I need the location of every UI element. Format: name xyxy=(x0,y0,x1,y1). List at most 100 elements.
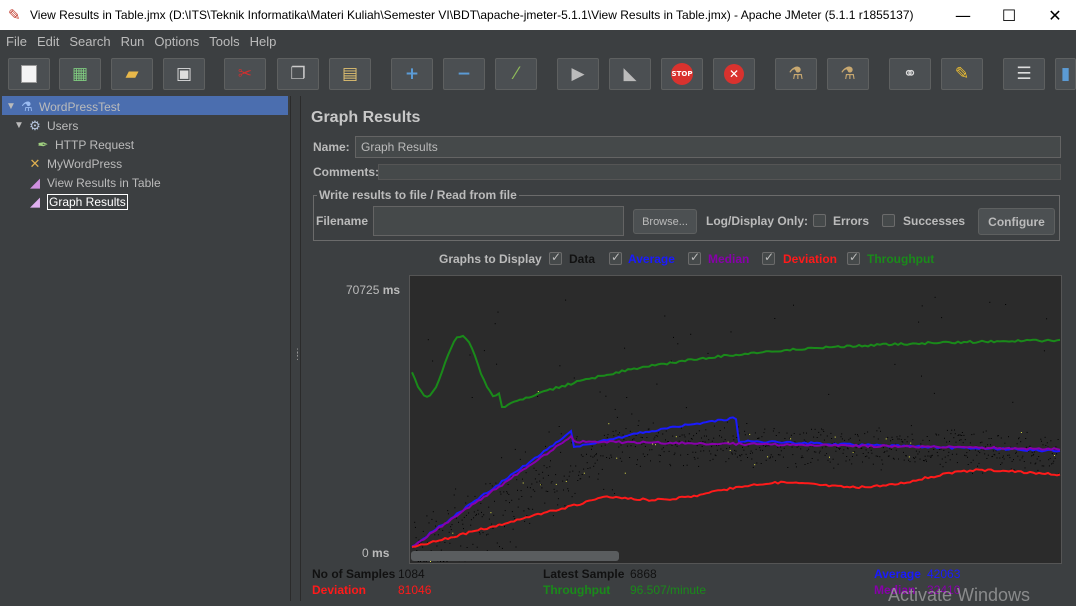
data-point xyxy=(478,513,480,515)
data-point xyxy=(989,301,991,303)
throughput-line xyxy=(411,334,1061,408)
data-point xyxy=(549,466,551,468)
menu-edit[interactable]: Edit xyxy=(37,34,59,49)
data-point xyxy=(779,454,781,456)
cut-icon[interactable]: ✂ xyxy=(224,58,266,90)
data-point xyxy=(452,532,454,534)
data-point xyxy=(706,435,707,437)
graph-scrollbar[interactable] xyxy=(411,551,619,561)
templates-icon[interactable]: ▦ xyxy=(59,58,101,90)
configure-button[interactable]: Configure xyxy=(978,208,1055,235)
copy-icon[interactable]: ❐ xyxy=(277,58,319,90)
data-point xyxy=(799,433,801,435)
data-point xyxy=(696,432,697,434)
data-point xyxy=(472,543,474,545)
menu-tools[interactable]: Tools xyxy=(209,34,239,49)
data-point xyxy=(1025,446,1027,448)
data-point xyxy=(417,561,419,562)
expand-arrow-icon[interactable]: ▼ xyxy=(6,101,18,112)
tree-item-view-results-in-table[interactable]: ◢ View Results in Table xyxy=(26,173,161,192)
throughput-checkbox[interactable] xyxy=(847,250,860,265)
start-icon[interactable]: ▶ xyxy=(557,58,599,90)
data-point xyxy=(525,472,527,474)
data-point xyxy=(487,533,489,535)
data-point xyxy=(463,528,464,530)
data-point xyxy=(631,413,633,415)
median-checkbox[interactable] xyxy=(688,250,701,265)
menu-options[interactable]: Options xyxy=(154,34,199,49)
data-point xyxy=(613,435,615,437)
tree-item-graph-results[interactable]: ◢ Graph Results xyxy=(26,192,128,211)
data-point xyxy=(828,393,830,395)
data-point xyxy=(1057,439,1059,440)
deviation-toggle-label: Deviation xyxy=(783,252,838,266)
function-helper-icon[interactable]: ☰ xyxy=(1003,58,1045,90)
shutdown-icon[interactable]: ✕ xyxy=(713,58,755,90)
pane-splitter[interactable]: ⋮ ⋮ xyxy=(291,96,302,601)
comments-field[interactable] xyxy=(378,164,1061,180)
deviation-label: Deviation xyxy=(312,583,367,597)
browse-button[interactable]: Browse... xyxy=(633,209,697,234)
data-checkbox[interactable] xyxy=(549,250,562,265)
data-point xyxy=(442,529,444,531)
menu-file[interactable]: File xyxy=(6,34,27,49)
maximize-icon[interactable]: ☐ xyxy=(986,0,1032,30)
data-point xyxy=(1043,350,1045,352)
clear-icon[interactable]: ⚗ xyxy=(775,58,817,90)
data-point xyxy=(460,545,462,547)
expand-icon[interactable]: + xyxy=(391,58,433,90)
help-icon[interactable]: ▮ xyxy=(1055,58,1076,90)
menu-search[interactable]: Search xyxy=(69,34,110,49)
data-point xyxy=(834,436,836,438)
data-point xyxy=(896,436,898,438)
stop-icon[interactable]: STOP xyxy=(661,58,703,90)
data-point xyxy=(506,491,508,493)
name-field[interactable]: Graph Results xyxy=(355,136,1061,158)
new-icon[interactable] xyxy=(8,58,50,90)
tree-item-wordpresstest[interactable]: ▼ ⚗ WordPressTest xyxy=(6,97,120,116)
data-point xyxy=(509,502,510,504)
menu-help[interactable]: Help xyxy=(250,34,277,49)
close-icon[interactable]: ✕ xyxy=(1032,0,1076,30)
throughput-value: 96.507/minute xyxy=(630,583,707,597)
menu-run[interactable]: Run xyxy=(121,34,145,49)
successes-checkbox[interactable] xyxy=(882,214,895,227)
data-point xyxy=(542,477,544,479)
open-icon[interactable]: ▰ xyxy=(111,58,153,90)
data-point xyxy=(1036,458,1038,460)
name-label: Name: xyxy=(313,140,350,154)
data-point xyxy=(764,428,766,430)
tree-item-users[interactable]: ▼ ⚙ Users xyxy=(14,116,78,135)
start-no-pause-icon[interactable]: ◣ xyxy=(609,58,651,90)
data-point xyxy=(730,331,732,333)
paste-icon[interactable]: ▤ xyxy=(329,58,371,90)
data-point xyxy=(719,430,721,431)
data-point xyxy=(636,464,638,465)
data-point xyxy=(655,435,657,437)
filename-input[interactable] xyxy=(373,206,624,236)
toggle-icon[interactable]: ⁄ xyxy=(495,58,537,90)
data-point xyxy=(507,484,509,485)
clear-all-icon[interactable]: ⚗ xyxy=(827,58,869,90)
search-icon[interactable]: ⚭ xyxy=(889,58,931,90)
jmeter-feather-icon: ✎ xyxy=(8,6,21,24)
data-point xyxy=(560,451,562,453)
collapse-icon[interactable]: − xyxy=(443,58,485,90)
save-icon[interactable]: ▣ xyxy=(163,58,205,90)
tree-item-http-request[interactable]: ✒ HTTP Request xyxy=(34,135,135,154)
data-point xyxy=(821,428,822,430)
data-point xyxy=(570,442,572,444)
deviation-checkbox[interactable] xyxy=(762,250,775,265)
reset-search-icon[interactable]: ✎ xyxy=(941,58,983,90)
data-point xyxy=(650,460,651,462)
data-point xyxy=(951,453,953,455)
average-checkbox[interactable] xyxy=(609,250,622,265)
data-point xyxy=(936,434,938,436)
data-point xyxy=(935,433,937,435)
tree-item-mywordpress[interactable]: ✕ MyWordPress xyxy=(26,154,123,173)
expand-arrow-icon[interactable]: ▼ xyxy=(14,120,26,131)
minimize-icon[interactable]: — xyxy=(940,0,986,30)
data-point xyxy=(790,434,792,436)
errors-checkbox[interactable] xyxy=(813,214,826,227)
data-point xyxy=(823,431,825,432)
